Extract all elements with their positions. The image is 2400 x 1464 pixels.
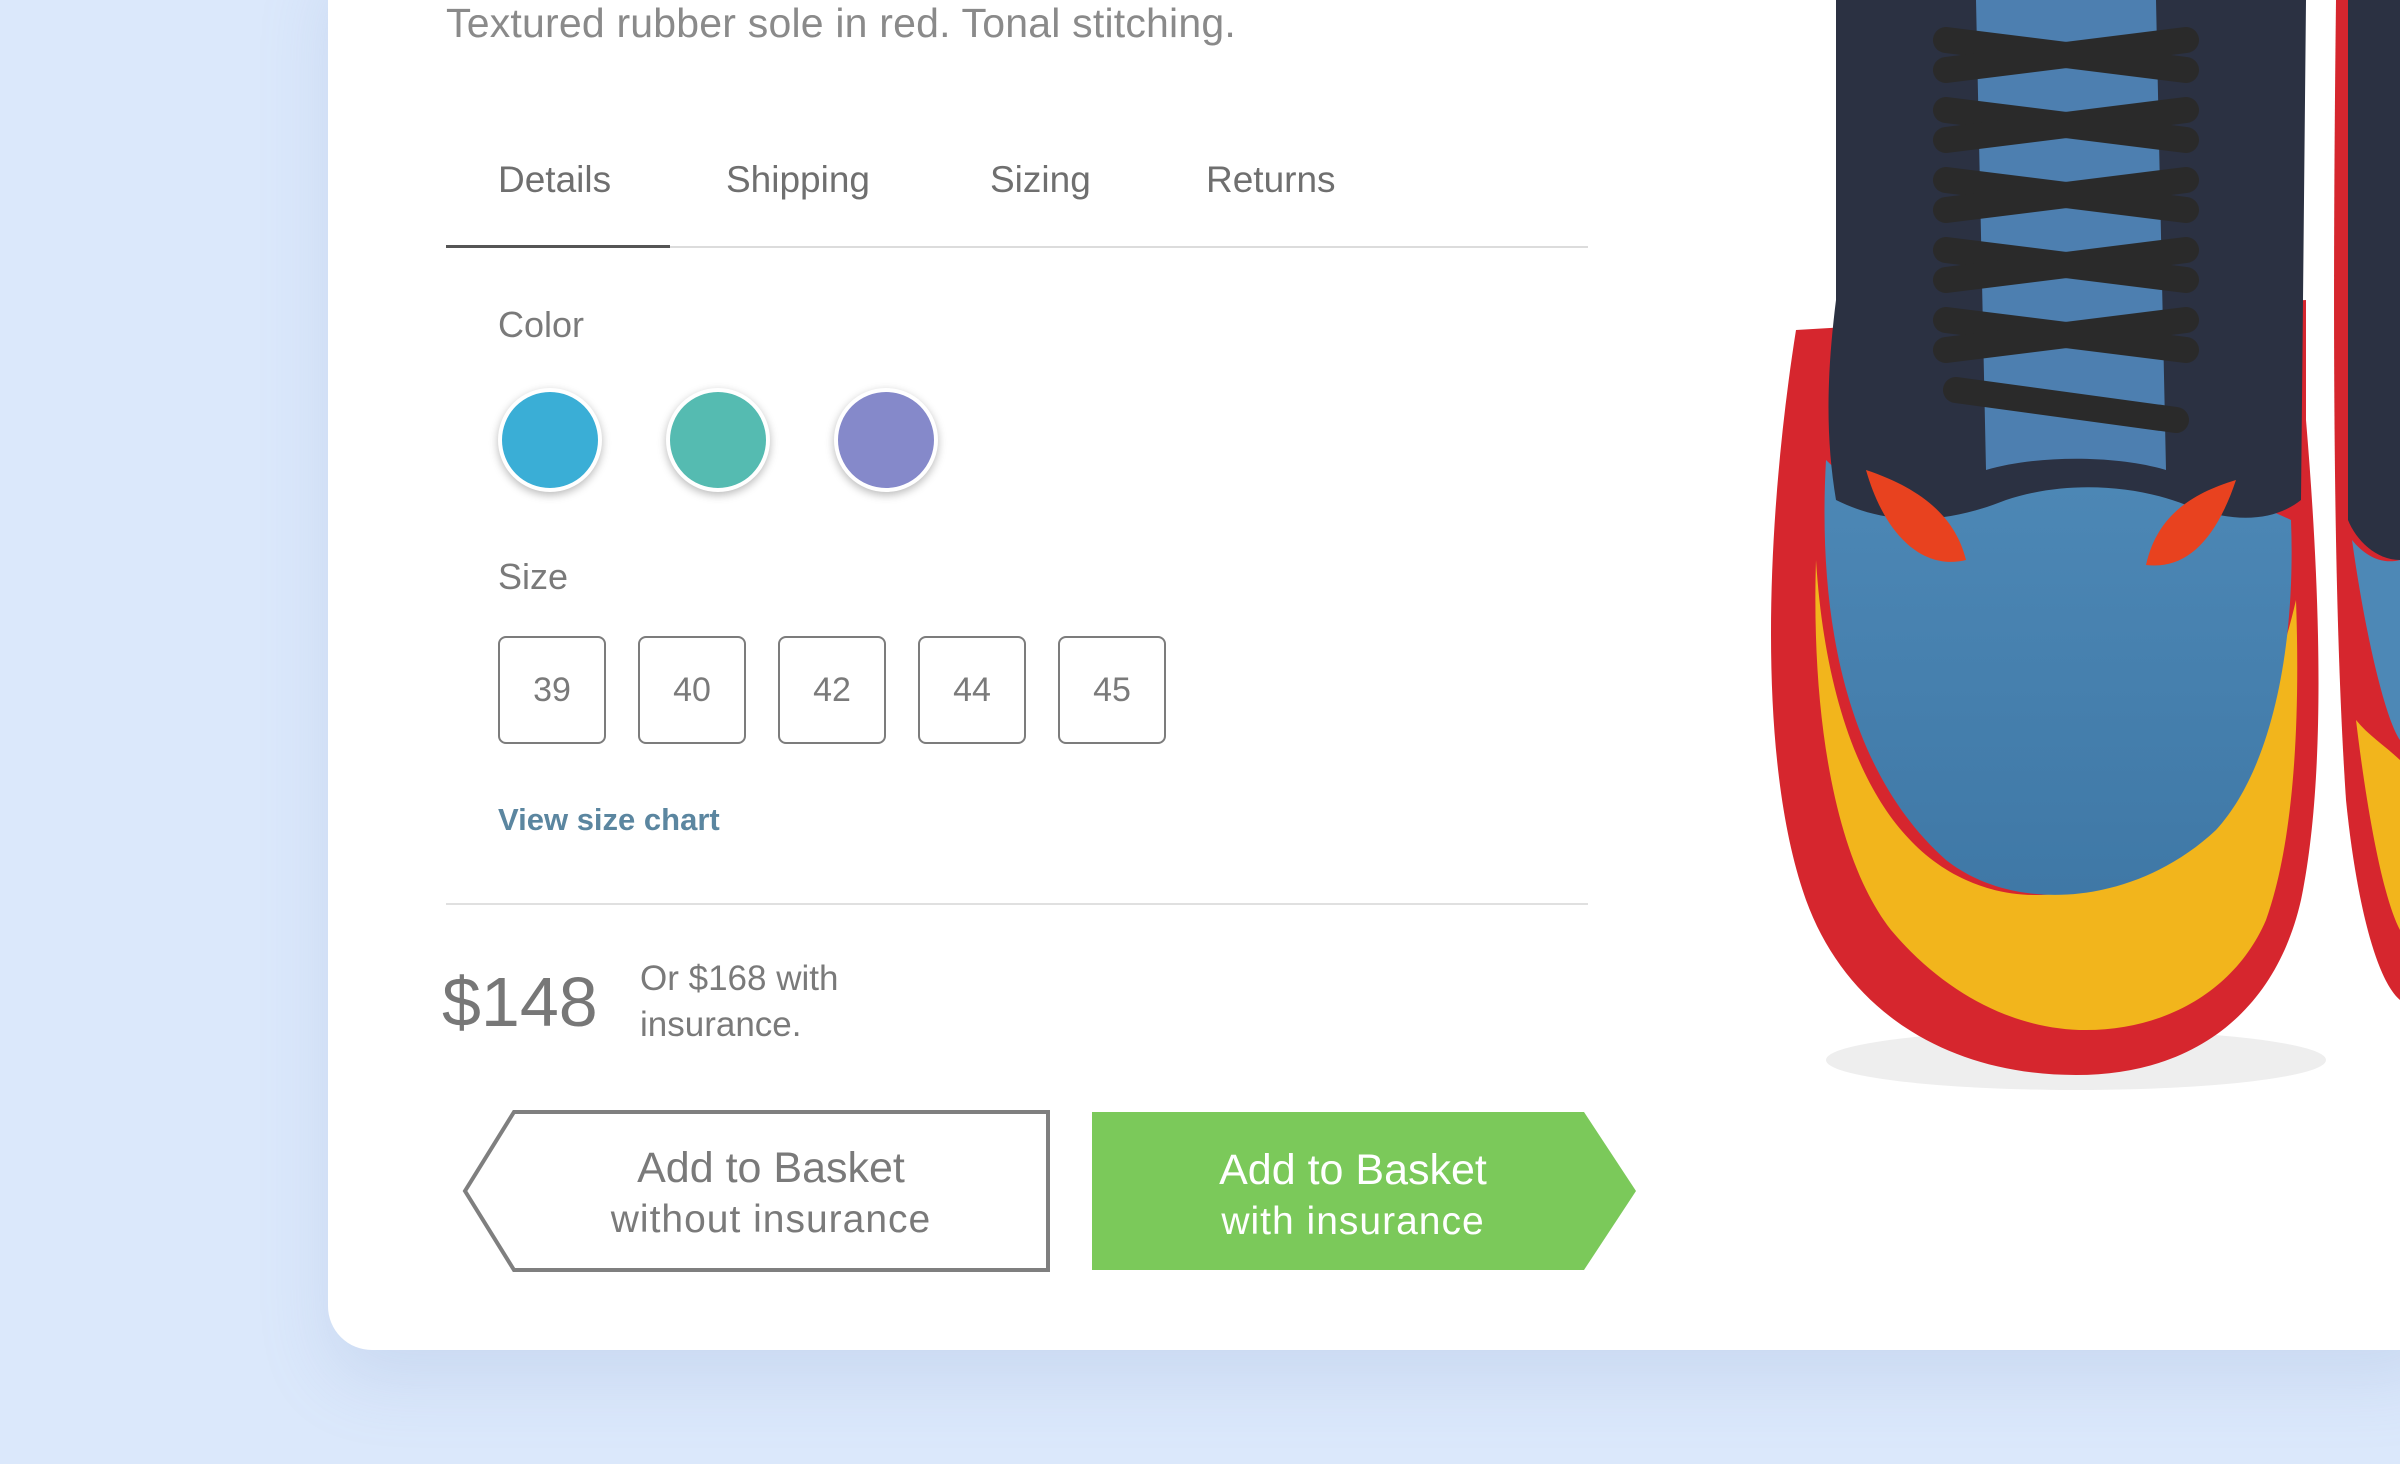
product-tabs: Details Shipping Sizing Returns [446,150,1588,248]
size-option-44[interactable]: 44 [918,636,1026,744]
button-without-line2: without insurance [610,1198,932,1241]
color-swatch-teal[interactable] [666,388,770,492]
view-size-chart-link[interactable]: View size chart [498,802,720,838]
color-swatch-blue[interactable] [498,388,602,492]
add-to-basket-with-insurance-button[interactable]: Add to Basket with insurance [1092,1112,1636,1270]
size-option-40[interactable]: 40 [638,636,746,744]
tab-returns[interactable]: Returns [1206,150,1336,248]
add-to-basket-without-insurance-button[interactable]: Add to Basket without insurance [462,1110,1050,1272]
button-without-line1: Add to Basket [637,1144,905,1192]
button-with-line2: with insurance [1221,1200,1485,1243]
price-insurance-note: Or $168 with insurance. [640,959,839,1044]
size-option-39[interactable]: 39 [498,636,606,744]
product-description: Textured rubber sole in red. Tonal stitc… [446,0,1236,46]
price-amount: $148 [442,963,598,1041]
tab-sizing[interactable]: Sizing [990,150,1091,248]
sneaker-image [1716,0,2400,1350]
size-option-45[interactable]: 45 [1058,636,1166,744]
size-option-42[interactable]: 42 [778,636,886,744]
color-label: Color [498,304,585,345]
color-swatch-purple[interactable] [834,388,938,492]
sneaker-illustration [1771,0,2400,1090]
section-divider [446,903,1588,905]
active-tab-indicator [446,245,670,248]
button-with-line1: Add to Basket [1219,1146,1487,1194]
tab-details[interactable]: Details [498,150,611,248]
tab-shipping[interactable]: Shipping [726,150,870,248]
size-label: Size [498,556,569,597]
